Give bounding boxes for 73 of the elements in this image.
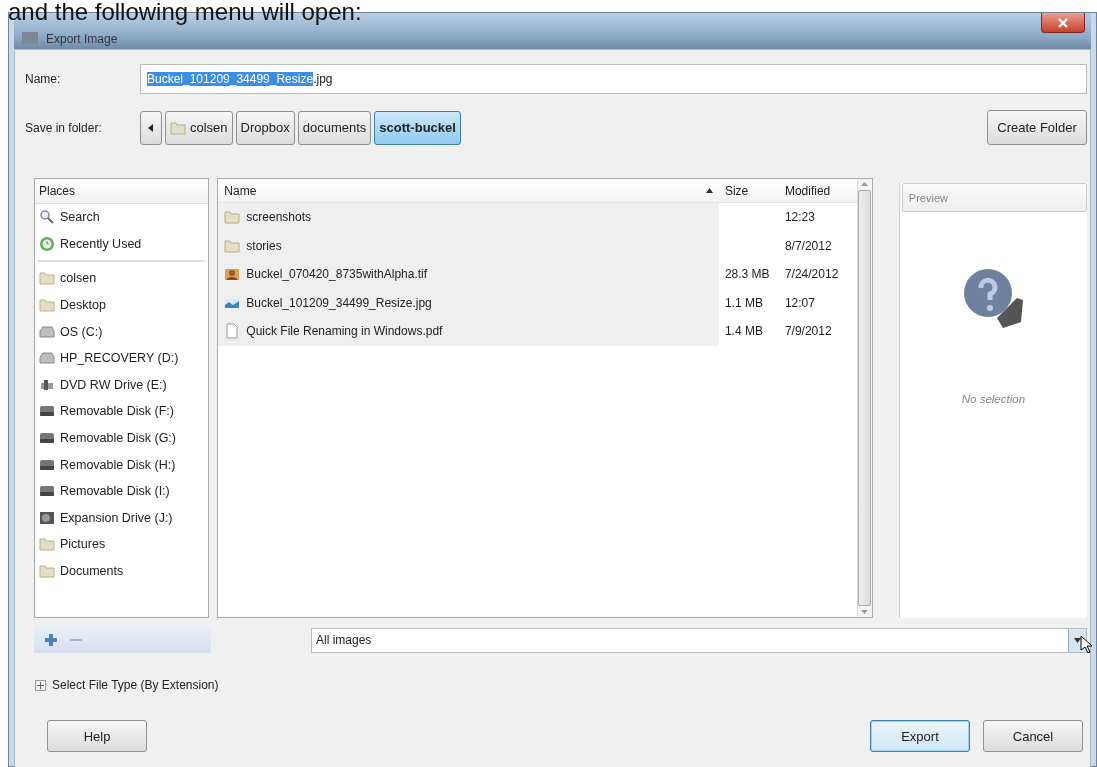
cursor-icon [1080,634,1092,653]
folder-icon [39,270,55,287]
document-icon [224,323,241,340]
drive-icon [39,350,55,367]
close-button[interactable] [1041,13,1085,33]
table-cell: stories [218,231,719,260]
cancel-button[interactable]: Cancel [983,720,1083,752]
folder-label: Save in folder: [25,120,103,135]
path-button[interactable]: scott-buckel [374,110,461,145]
table-cell-text: 12:23 [783,209,816,227]
column-header[interactable]: Size [718,179,779,202]
column-header[interactable]: Modified [778,179,857,202]
places-item[interactable]: Removable Disk (G:) [35,424,209,452]
caret-icon [1074,637,1081,643]
places-item[interactable]: OS (C:) [35,318,209,345]
name-label: Name: [25,72,62,86]
places-item[interactable]: Documents [35,557,209,585]
path-button[interactable]: Dropbox [235,110,295,145]
table-cell-text: 12:07 [783,294,816,312]
image-icon [224,266,241,283]
places-item[interactable]: Removable Disk (I:) [35,477,209,505]
table-cell: screenshots [218,203,719,232]
window-title: Export Image [46,32,118,48]
folder-icon [39,563,55,579]
scrollbar[interactable] [856,179,872,617]
expander-label[interactable]: Select File Type (By Extension) [52,678,219,692]
places-item[interactable]: Desktop [35,291,209,319]
folder-icon [224,209,241,226]
no-selection-text: No selection [961,393,1026,405]
table-cell: Buckel_101209_34499_Resize.jpg [218,288,719,317]
table-cell-text: 8/7/2012 [783,237,833,255]
caption-text: and the following menu will open: [8,0,362,25]
table-cell-text: 1.1 MB [723,294,764,312]
places-item[interactable]: HP_RECOVERY (D:) [35,344,209,372]
table-cell-text: 28.3 MB [723,266,771,284]
path-scroll-button[interactable] [140,110,162,145]
clock-icon [39,235,55,252]
places-item[interactable]: colsen [35,265,209,292]
table-cell-text: 7/9/2012 [783,323,833,341]
folder-icon [224,237,241,254]
export-button[interactable]: Export [870,720,970,752]
question-icon [961,266,1026,330]
expander-toggle[interactable] [35,679,46,691]
places-item[interactable]: Recently Used [35,230,209,258]
search-icon [39,209,55,226]
places-item[interactable]: Pictures [35,531,209,558]
places-item[interactable]: DVD RW Drive (E:) [35,371,209,399]
path-button[interactable]: colsen [165,110,233,145]
create-folder-button[interactable]: Create Folder [987,110,1087,145]
folder-icon [170,119,186,136]
table-cell: Quick File Renaming in Windows.pdf [218,317,719,346]
name-field[interactable]: Buckel_101209_34499_Resize.jpg [140,64,1087,94]
left-arrow-icon [148,123,154,132]
table-cell-text: 1.4 MB [723,323,764,341]
add-icon[interactable] [44,633,58,647]
close-icon [1058,17,1068,28]
folder-icon [39,297,55,314]
folder-icon [39,536,55,553]
column-header[interactable]: Name [218,179,719,202]
table-cell-text: 7/24/2012 [783,266,840,284]
help-button[interactable]: Help [47,720,147,752]
places-item[interactable]: Expansion Drive (J:) [35,504,209,532]
scrollbar-thumb[interactable] [858,190,872,606]
path-button[interactable]: documents [297,110,372,145]
scroll-down-icon[interactable] [861,610,869,614]
hard-drive-icon [39,509,55,526]
places-item[interactable]: Removable Disk (F:) [35,398,209,425]
places-item[interactable]: Removable Disk (H:) [35,451,209,478]
drive-icon [39,323,55,340]
window-icon [22,32,38,44]
places-item[interactable]: Search [35,204,209,231]
scroll-up-icon[interactable] [861,182,869,186]
table-cell: Buckel_070420_8735withAlpha.tif [218,260,719,289]
